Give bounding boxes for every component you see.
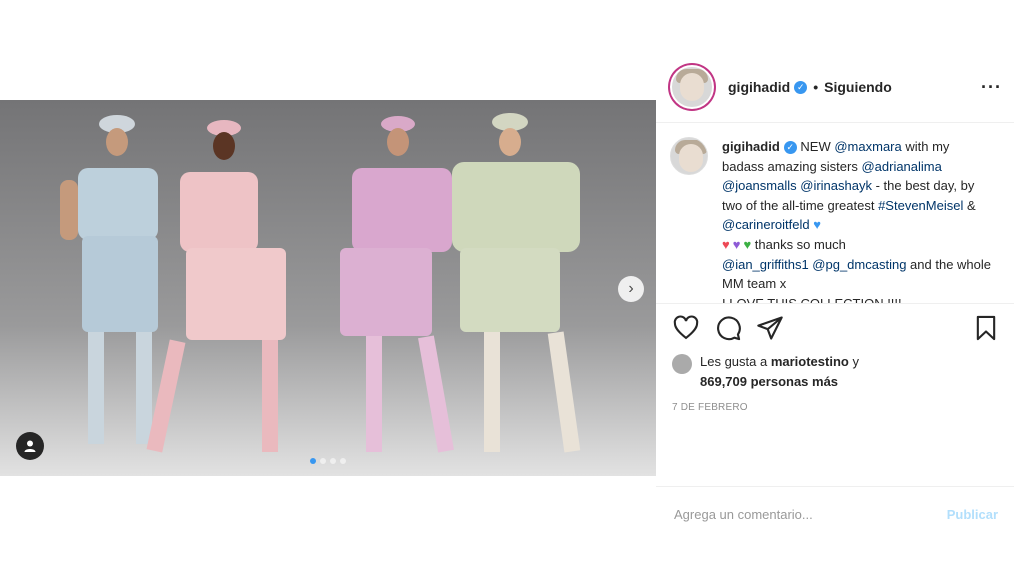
likes-prefix: Les gusta a [700,354,771,369]
caption-segment: & [963,197,976,213]
carousel-indicator [310,458,346,464]
carousel-dot [340,458,346,464]
tagged-users-button[interactable] [16,432,44,460]
user-icon [24,440,36,452]
comment-input[interactable] [672,506,947,523]
heart-icon[interactable] [672,314,700,342]
blue-heart-icon: ♥ [813,217,821,232]
post-sidebar: gigihadid ✓ • Siguiendo ··· gigihadid ✓ N… [656,52,1014,542]
carousel-dot [320,458,326,464]
caption-segment: NEW [800,139,835,154]
green-heart-icon: ♥ [743,237,752,253]
instagram-post: › gigihadid ✓ • Siguiendo ··· gigihadid … [0,52,1024,542]
share-icon[interactable] [756,314,784,342]
carousel-dot [330,458,336,464]
likes-count-link[interactable]: 869,709 personas más [700,374,838,389]
caption-username[interactable]: gigihadid [722,139,780,154]
mention-link[interactable]: @carineroitfeld [722,217,810,232]
heart-emojis: ♥ ♥ ♥ [722,235,751,255]
mention-link[interactable]: @ian_griffiths1 [722,257,809,272]
bookmark-icon[interactable] [972,314,1000,342]
caption-segment: thanks so much [751,236,846,252]
liker-username-link[interactable]: mariotestino [771,354,849,369]
verified-badge-icon: ✓ [783,141,797,155]
liker-avatar[interactable] [672,354,692,374]
post-caption: gigihadid ✓ NEW @maxmara with my badass a… [656,123,1014,304]
mention-link[interactable]: @joansmalls [722,178,797,193]
avatar[interactable] [670,137,708,175]
post-header: gigihadid ✓ • Siguiendo ··· [656,52,1014,123]
carousel-next-button[interactable]: › [618,276,644,302]
verified-badge-icon: ✓ [794,80,808,94]
following-button[interactable]: Siguiendo [824,79,892,95]
hashtag-link[interactable]: #StevenMeisel [878,198,963,213]
caption-segment: I LOVE THIS COLLECTION !!!! [722,295,902,304]
mention-link[interactable]: @adrianalima [861,159,941,174]
caption-text: gigihadid ✓ NEW @maxmara with my badass a… [722,137,992,303]
likes-mid: y [848,354,859,369]
username-link[interactable]: gigihadid [728,79,790,95]
mention-link[interactable]: @pg_dmcasting [812,257,906,272]
comment-bar: Publicar [656,486,1014,542]
fashion-photo [0,100,656,476]
chevron-right-icon: › [628,280,634,297]
avatar[interactable] [670,65,714,109]
post-date[interactable]: 7 DE FEBRERO [656,392,1014,413]
mention-link[interactable]: @maxmara [834,139,901,154]
post-actions [656,304,1014,352]
more-horizontal-icon[interactable]: ··· [981,77,1002,98]
publish-button[interactable]: Publicar [947,507,998,522]
post-image-carousel[interactable]: › [0,100,656,476]
mention-link[interactable]: @irinashayk [800,178,872,193]
carousel-dot [310,458,316,464]
comment-icon[interactable] [714,314,742,342]
red-heart-icon: ♥ [722,237,730,253]
likes-text: Les gusta a mariotestino y 869,709 person… [700,352,859,392]
likes-summary: Les gusta a mariotestino y 869,709 person… [656,352,1014,392]
purple-heart-icon: ♥ [732,237,741,253]
follow-separator: • [813,79,819,95]
